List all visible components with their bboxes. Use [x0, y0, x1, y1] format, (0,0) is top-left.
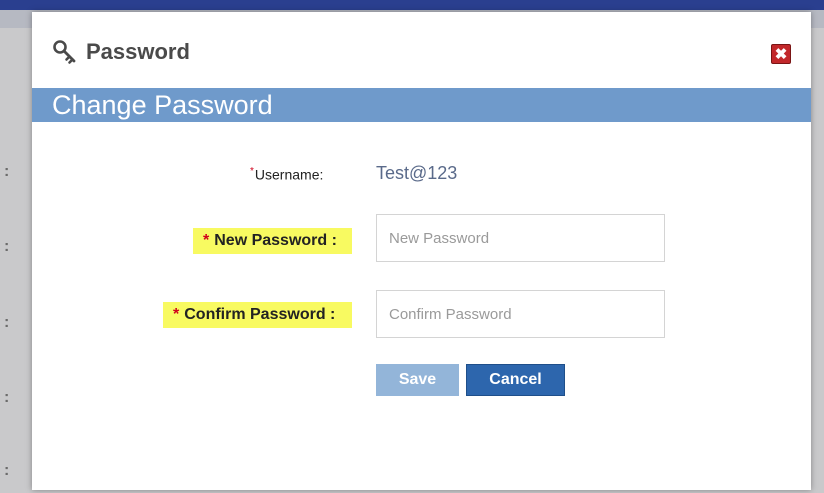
app-top-bar [0, 0, 824, 10]
new-password-input[interactable] [376, 214, 665, 262]
section-header: Change Password [32, 88, 811, 122]
username-label-text: Username: [254, 166, 324, 183]
background-colon: : [4, 389, 10, 406]
new-password-label: * New Password : [193, 228, 352, 254]
cancel-button[interactable]: Cancel [466, 364, 565, 396]
confirm-password-input[interactable] [376, 290, 665, 338]
dialog-title-text: Password [86, 39, 190, 64]
background-colon: : [4, 163, 10, 180]
close-icon[interactable]: ✖ [771, 44, 791, 64]
save-button[interactable]: Save [376, 364, 459, 396]
background-colon: : [4, 238, 10, 255]
required-marker: * [173, 306, 180, 323]
required-marker: * [250, 166, 254, 177]
username-label: *Username: [250, 166, 323, 183]
required-marker: * [203, 232, 210, 249]
new-password-label-text: New Password : [214, 232, 337, 249]
confirm-password-label-text: Confirm Password : [184, 306, 336, 323]
confirm-password-label: * Confirm Password : [163, 302, 352, 328]
dialog-title: Password [52, 38, 190, 66]
background-colon: : [4, 314, 10, 331]
section-title: Change Password [52, 90, 273, 120]
key-icon [53, 40, 76, 64]
username-value: Test@123 [376, 163, 458, 183]
background-colon: : [4, 462, 10, 479]
